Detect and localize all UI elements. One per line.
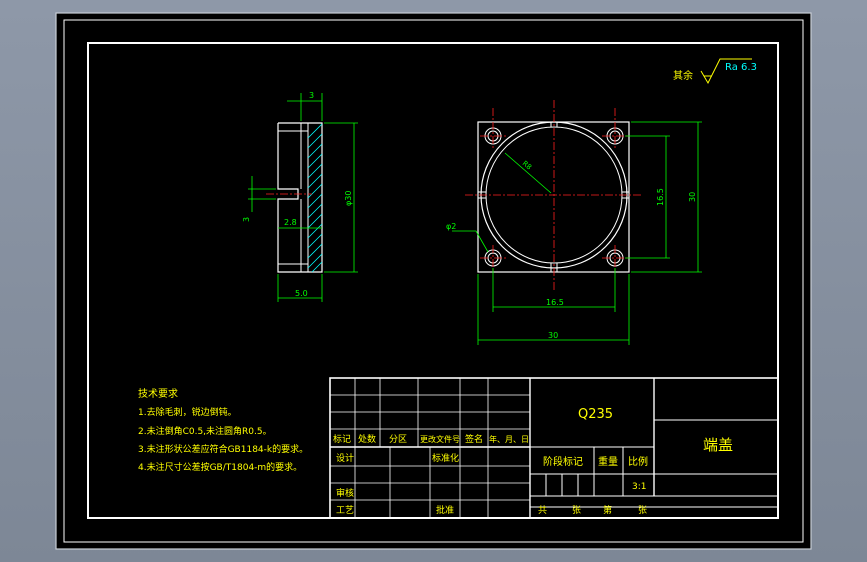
dim-side-height: φ30 (344, 191, 353, 206)
rev-header-date: 年、月、日 (489, 434, 529, 444)
notes-item-1: 1.去除毛刺，锐边倒钝。 (138, 406, 237, 418)
dim-front-width: 30 (548, 331, 558, 340)
dim-front-hole: φ2 (446, 222, 456, 231)
rev-header-count: 处数 (358, 433, 376, 445)
label-scale: 比例 (628, 455, 648, 468)
scale-value: 3:1 (632, 482, 646, 492)
dim-front-height: 30 (688, 192, 697, 202)
rev-header-sign: 签名 (465, 433, 483, 445)
roughness-value: Ra 6.3 (725, 62, 757, 73)
sheet-total-label: 共 (538, 505, 547, 516)
label-process: 工艺 (336, 505, 354, 516)
label-design: 设计 (336, 452, 354, 464)
sheet-total-unit: 张 (572, 505, 581, 516)
rev-header-doc: 更改文件号 (420, 434, 460, 444)
dim-side-top: 3 (309, 91, 314, 100)
sheet-no-label: 第 (603, 504, 612, 516)
label-approve: 批准 (436, 504, 454, 516)
notes-item-2: 2.未注倒角C0.5,未注圆角R0.5。 (138, 425, 272, 437)
material-value: Q235 (578, 407, 613, 422)
dim-side-bottom: 5.0 (295, 289, 308, 298)
rev-header-zone: 分区 (389, 434, 407, 445)
cad-drawing-sheet: 其余 Ra 6.3 3 φ30 2.8 3 5.0 R8 φ2 16.5 30 … (55, 12, 812, 550)
dim-side-slot-width: 3 (242, 217, 251, 222)
notes-item-3: 3.未注形状公差应符合GB1184-k的要求。 (138, 443, 308, 455)
sheet-no-unit: 张 (638, 505, 647, 516)
roughness-prefix: 其余 (673, 69, 693, 82)
dim-front-pitch-v: 16.5 (656, 188, 665, 206)
notes-title: 技术要求 (138, 387, 178, 400)
label-stage-mark: 阶段标记 (543, 455, 583, 468)
rev-header-mark: 标记 (333, 433, 351, 445)
label-standardize: 标准化 (432, 452, 459, 464)
label-weight: 重量 (598, 455, 618, 468)
notes-item-4: 4.未注尺寸公差按GB/T1804-m的要求。 (138, 461, 302, 473)
dim-front-pitch-h: 16.5 (546, 298, 564, 307)
label-review: 审核 (336, 487, 354, 499)
part-name: 端盖 (703, 436, 733, 454)
dim-side-slot-depth: 2.8 (284, 218, 297, 227)
